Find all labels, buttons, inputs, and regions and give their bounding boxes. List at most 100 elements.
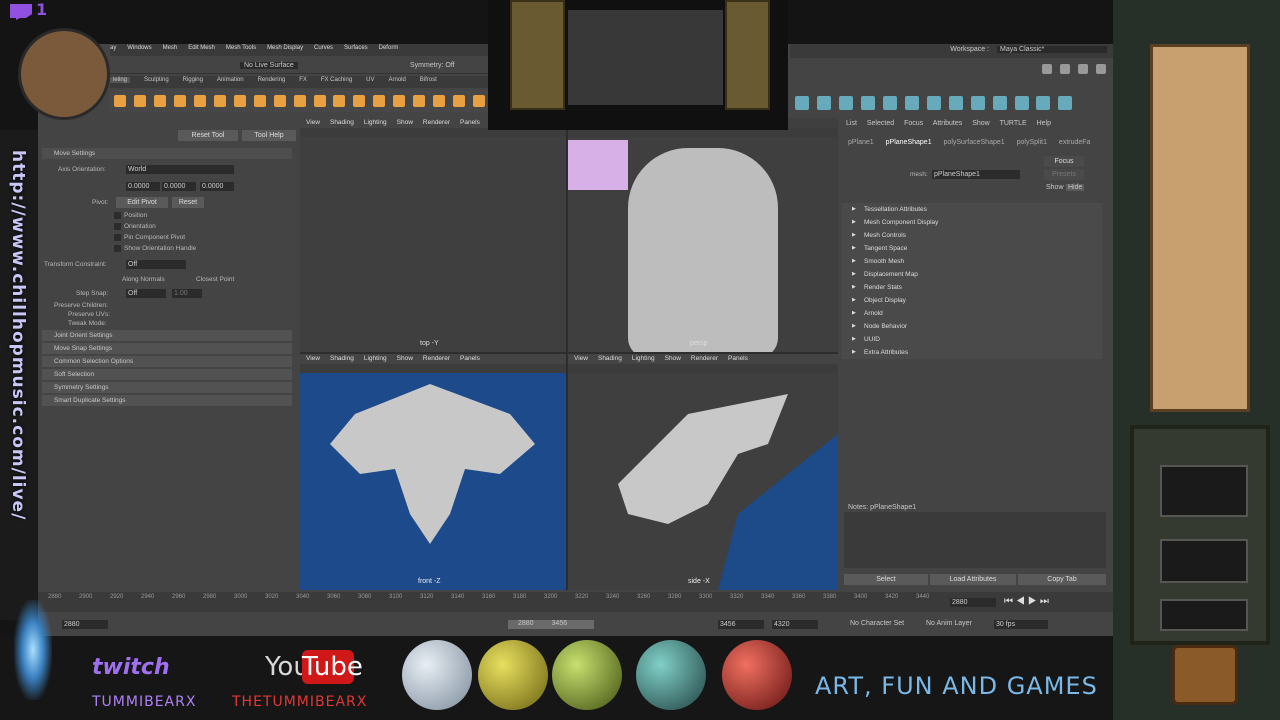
axis-orientation-dropdown[interactable]: World bbox=[126, 165, 234, 174]
shelf-tool-icon[interactable] bbox=[838, 96, 853, 110]
vp-menu-shading[interactable]: Shading bbox=[330, 355, 354, 362]
pivot-y-field[interactable]: 0.0000 bbox=[162, 182, 196, 191]
vp-menu-lighting[interactable]: Lighting bbox=[364, 355, 387, 362]
shelf-tool-icon[interactable] bbox=[253, 95, 266, 107]
symmetry-dropdown[interactable]: Symmetry: Off bbox=[410, 62, 455, 69]
shelf-tab[interactable]: Sculpting bbox=[144, 77, 169, 83]
reset-tool-button[interactable]: Reset Tool bbox=[178, 130, 238, 141]
workspace-dropdown[interactable]: Maya Classic* bbox=[997, 46, 1107, 53]
presets-button[interactable]: Presets bbox=[1044, 169, 1084, 180]
side-viewport[interactable]: View Shading Lighting Show Renderer Panels si… bbox=[568, 354, 838, 590]
shelf-tool-icon[interactable] bbox=[313, 95, 326, 107]
shelf-tab[interactable]: UV bbox=[366, 77, 374, 83]
current-frame-field[interactable]: 2880 bbox=[950, 598, 996, 607]
shelf-tool-icon[interactable] bbox=[1036, 96, 1051, 110]
attr-section[interactable]: Tessellation Attributes bbox=[842, 203, 1102, 216]
shelf-tool-icon[interactable] bbox=[473, 95, 486, 107]
shelf-tab[interactable]: Rigging bbox=[183, 77, 203, 83]
pivot-reset-button[interactable]: Reset bbox=[172, 197, 204, 208]
shelf-tool-icon[interactable] bbox=[948, 96, 963, 110]
smart-duplicate-settings-header[interactable]: Smart Duplicate Settings bbox=[42, 395, 292, 406]
attr-menu-item[interactable]: Show bbox=[972, 120, 990, 127]
attr-menu-item[interactable]: TURTLE bbox=[1000, 120, 1027, 127]
move-snap-settings-header[interactable]: Move Snap Settings bbox=[42, 343, 292, 354]
range-bar[interactable]: 2880 3456 bbox=[508, 620, 594, 629]
checkbox[interactable] bbox=[114, 245, 121, 252]
shelf-tool-icon[interactable] bbox=[213, 95, 226, 107]
anim-layer-dropdown[interactable]: No Anim Layer bbox=[926, 620, 972, 627]
step-snap-dropdown[interactable]: Off bbox=[126, 289, 166, 298]
hide-button[interactable]: Hide bbox=[1066, 184, 1085, 191]
character-set-dropdown[interactable]: No Character Set bbox=[850, 620, 904, 627]
shelf-tool-icon[interactable] bbox=[882, 96, 897, 110]
shelf-tool-icon[interactable] bbox=[353, 95, 366, 107]
attr-tab-active[interactable]: pPlaneShape1 bbox=[886, 139, 932, 146]
copy-tab-button[interactable]: Copy Tab bbox=[1018, 574, 1106, 585]
attr-tab[interactable]: polySurfaceShape1 bbox=[944, 139, 1005, 146]
notes-field[interactable] bbox=[844, 512, 1106, 568]
shelf-tool-icon[interactable] bbox=[114, 95, 126, 107]
live-surface-field[interactable]: No Live Surface bbox=[240, 62, 298, 69]
attr-section[interactable]: Mesh Component Display bbox=[842, 216, 1102, 229]
checkbox[interactable] bbox=[114, 234, 121, 241]
shelf-tool-icon[interactable] bbox=[992, 96, 1007, 110]
vp-menu-view[interactable]: View bbox=[574, 355, 588, 362]
move-settings-header[interactable]: Move Settings bbox=[42, 148, 292, 159]
persp-viewport[interactable]: persp bbox=[568, 118, 838, 352]
attr-menu-item[interactable]: Help bbox=[1037, 120, 1051, 127]
shelf-tool-icon[interactable] bbox=[293, 95, 306, 107]
menu-item[interactable]: Mesh Tools bbox=[226, 45, 256, 51]
vp-menu-renderer[interactable]: Renderer bbox=[423, 355, 450, 362]
shelf-tool-icon[interactable] bbox=[233, 95, 246, 107]
shelf-tool-icon[interactable] bbox=[926, 96, 941, 110]
layout-icon[interactable] bbox=[1078, 64, 1089, 74]
pivot-position-check[interactable]: Position bbox=[114, 212, 147, 219]
attr-section[interactable]: Tangent Space bbox=[842, 242, 1102, 255]
vp-menu-view[interactable]: View bbox=[306, 119, 320, 126]
shelf-tab[interactable]: FX Caching bbox=[321, 77, 352, 83]
load-attributes-button[interactable]: Load Attributes bbox=[930, 574, 1016, 585]
layout-icon[interactable] bbox=[1096, 64, 1106, 74]
shelf-tool-icon[interactable] bbox=[970, 96, 985, 110]
menu-item[interactable]: Mesh Display bbox=[267, 45, 303, 51]
shelf-tool-icon[interactable] bbox=[333, 95, 346, 107]
symmetry-settings-header[interactable]: Symmetry Settings bbox=[42, 382, 292, 393]
menu-item[interactable]: Windows bbox=[127, 45, 151, 51]
checkbox[interactable] bbox=[114, 212, 121, 219]
shelf-tool-icon[interactable] bbox=[1014, 96, 1029, 110]
shelf-tool-icon[interactable] bbox=[193, 95, 206, 107]
range-start-field[interactable]: 2880 bbox=[62, 620, 108, 629]
range-end-field[interactable]: 3456 bbox=[718, 620, 764, 629]
shelf-tool-icon[interactable] bbox=[413, 95, 426, 107]
shelf-tool-icon[interactable] bbox=[133, 95, 146, 107]
vp-menu-renderer[interactable]: Renderer bbox=[423, 119, 450, 126]
top-viewport[interactable]: View Shading Lighting Show Renderer Panels to… bbox=[300, 118, 566, 352]
vp-menu-view[interactable]: View bbox=[306, 355, 320, 362]
pivot-x-field[interactable]: 0.0000 bbox=[126, 182, 160, 191]
focus-button[interactable]: Focus bbox=[1044, 156, 1084, 167]
attr-section[interactable]: Arnold bbox=[842, 307, 1102, 320]
show-button[interactable]: Show bbox=[1046, 184, 1064, 191]
edit-pivot-button[interactable]: Edit Pivot bbox=[116, 197, 168, 208]
anim-end-field[interactable]: 4320 bbox=[772, 620, 818, 629]
attr-menu-item[interactable]: Attributes bbox=[933, 120, 963, 127]
shelf-tool-icon[interactable] bbox=[795, 96, 809, 110]
attr-section[interactable]: UUID bbox=[842, 333, 1102, 346]
playback-controls[interactable]: ⏮◀▶⏭ bbox=[1004, 596, 1052, 607]
vp-menu-panels[interactable]: Panels bbox=[460, 355, 480, 362]
vp-menu-lighting[interactable]: Lighting bbox=[364, 119, 387, 126]
shelf-tab[interactable]: FX bbox=[299, 77, 307, 83]
common-selection-options-header[interactable]: Common Selection Options bbox=[42, 356, 292, 367]
menu-item[interactable]: Deform bbox=[379, 45, 399, 51]
menu-item[interactable]: Mesh bbox=[163, 45, 178, 51]
attr-tab[interactable]: polySplit1 bbox=[1017, 139, 1047, 146]
attr-section[interactable]: Smooth Mesh bbox=[842, 255, 1102, 268]
vp-menu-show[interactable]: Show bbox=[665, 355, 681, 362]
soft-selection-header[interactable]: Soft Selection bbox=[42, 369, 292, 380]
shelf-tab[interactable]: Rendering bbox=[258, 77, 286, 83]
show-orientation-handle-check[interactable]: Show Orientation Handle bbox=[114, 245, 196, 252]
shelf-tool-icon[interactable] bbox=[153, 95, 166, 107]
attr-menu-item[interactable]: List bbox=[846, 120, 857, 127]
vp-menu-panels[interactable]: Panels bbox=[460, 119, 480, 126]
shelf-tab[interactable]: leling bbox=[110, 77, 131, 83]
